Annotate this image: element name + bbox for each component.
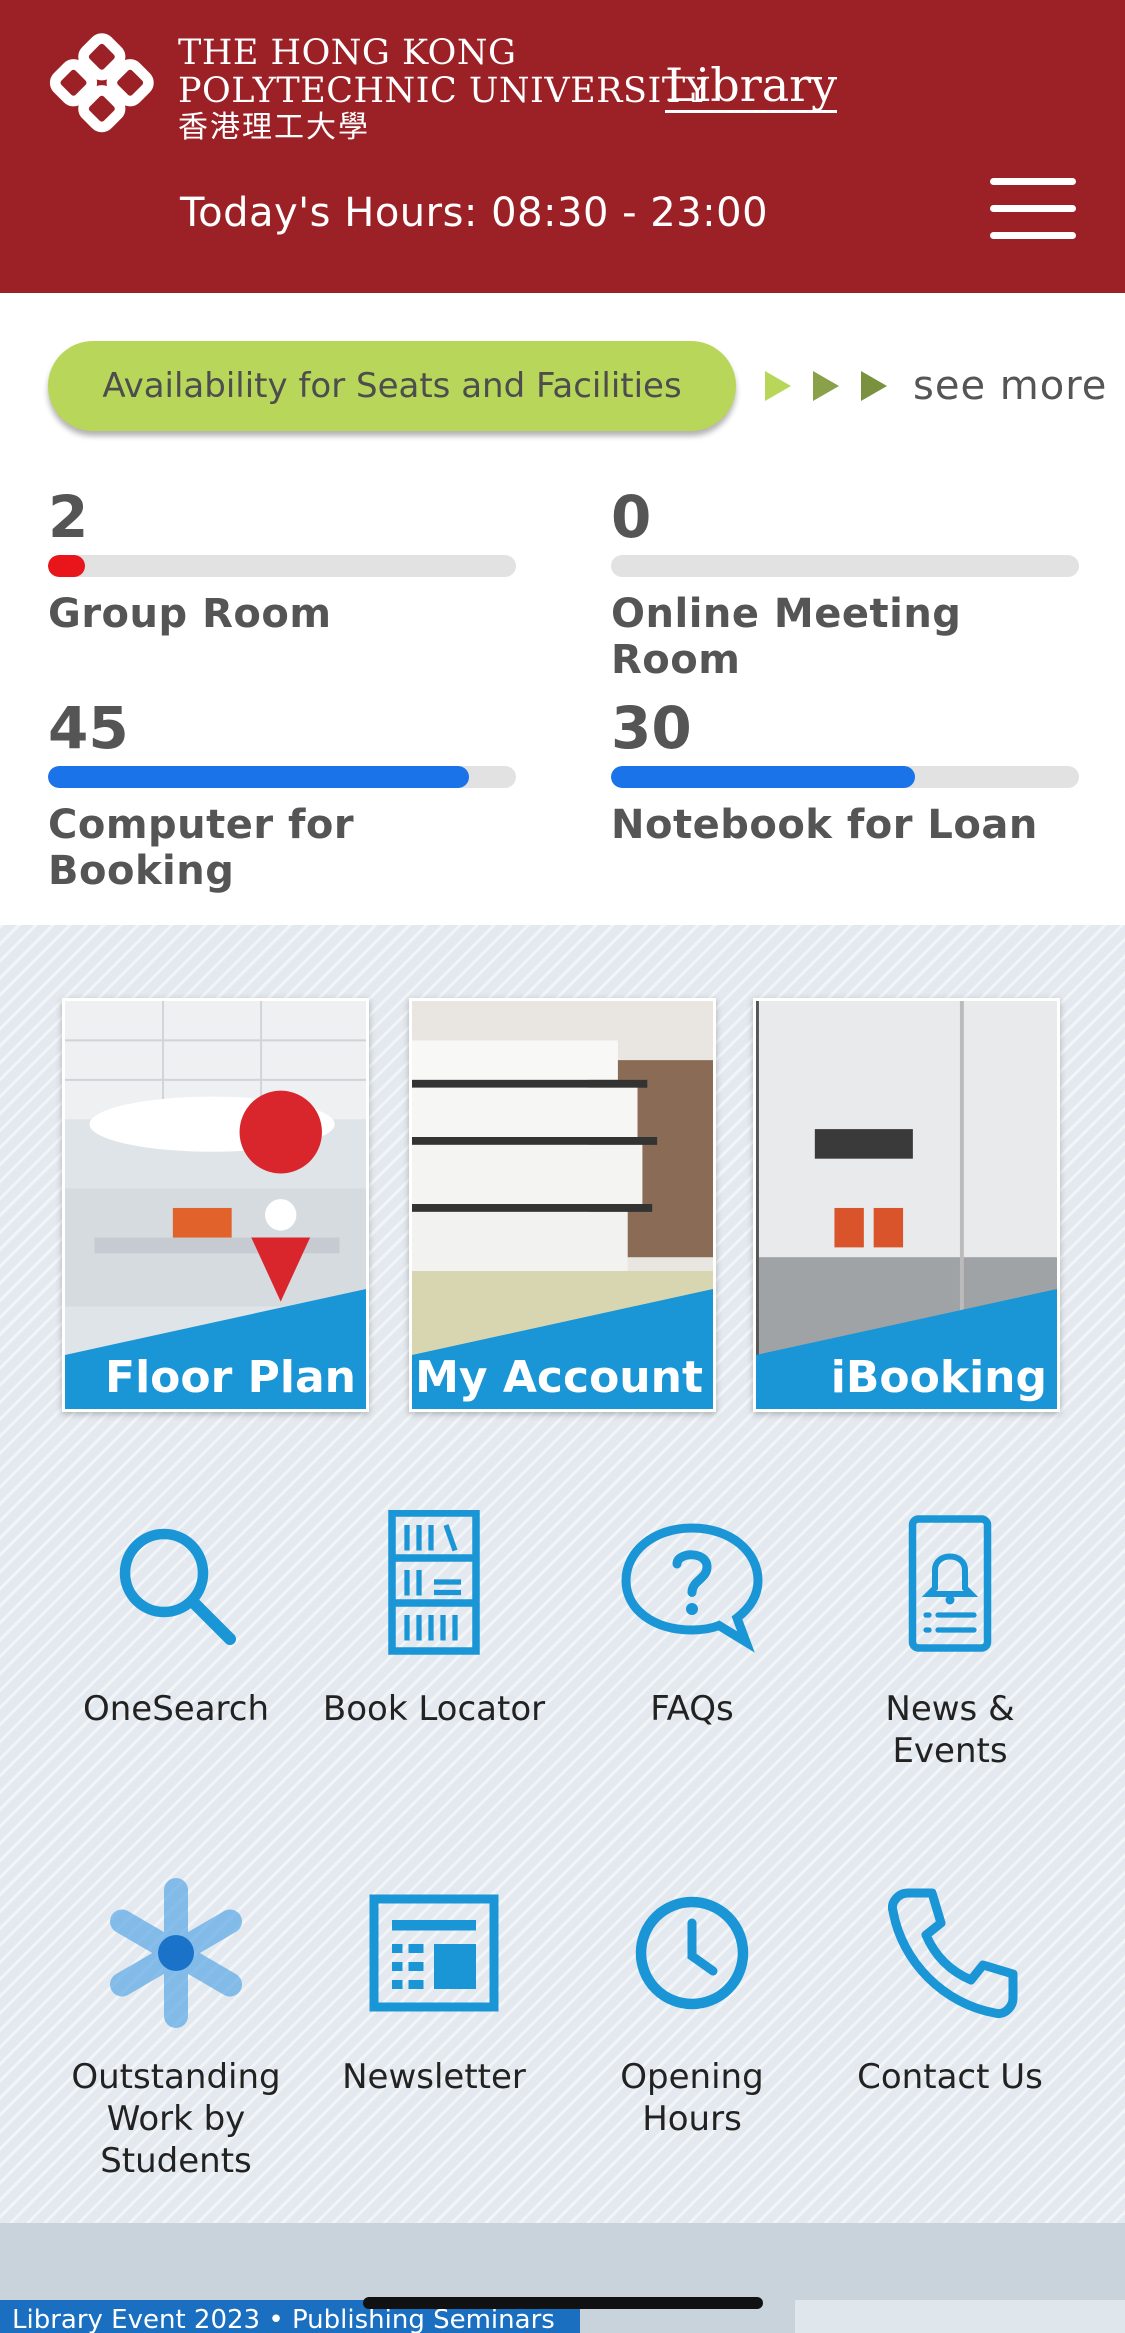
stat-count: 0	[611, 483, 652, 551]
tile-label: Floor Plan	[105, 1352, 356, 1403]
bookshelf-icon	[388, 1509, 480, 1655]
stat-count: 2	[48, 483, 89, 551]
icon-label: Opening Hours	[620, 2057, 764, 2139]
stat-count: 45	[48, 694, 129, 762]
contact-us-link[interactable]: Contact Us	[830, 1878, 1070, 2098]
stat-computer-for-booking[interactable]: 45 Computer for Booking	[48, 698, 516, 894]
book-locator-link[interactable]: Book Locator	[314, 1509, 554, 1730]
polyu-logo-icon[interactable]	[44, 32, 162, 150]
bell-notice-icon	[908, 1515, 992, 1652]
stat-label: Online Meeting Room	[611, 591, 962, 683]
availability-title[interactable]: Availability for Seats and Facilities	[48, 341, 736, 431]
logo-line1: THE HONG KONG	[178, 33, 517, 73]
faqs-link[interactable]: FAQs	[572, 1510, 812, 1730]
stat-label: Group Room	[48, 591, 332, 637]
search-icon	[119, 1528, 236, 1645]
outstanding-work-link[interactable]: Outstanding Work by Students	[56, 1878, 296, 2182]
opening-hours-link[interactable]: Opening Hours	[572, 1878, 812, 2140]
tile-floor-plan[interactable]: Floor Plan	[62, 998, 369, 1412]
hamburger-menu-icon[interactable]	[990, 178, 1076, 244]
stat-fill	[48, 766, 470, 788]
icon-label: Newsletter	[342, 2057, 526, 2097]
home-indicator[interactable]	[363, 2297, 763, 2309]
stat-bar	[48, 555, 516, 577]
question-bubble-icon	[621, 1523, 763, 1653]
event-banner-secondary[interactable]	[795, 2300, 1125, 2333]
stat-bar	[611, 766, 1079, 788]
onesearch-link[interactable]: OneSearch	[56, 1510, 296, 1730]
icon-label: OneSearch	[82, 1689, 270, 1729]
see-more-label: see more	[913, 363, 1108, 409]
stat-group-room[interactable]: 2 Group Room	[48, 487, 516, 637]
news-events-link[interactable]: News & Events	[830, 1510, 1070, 1772]
stat-bar	[611, 555, 1079, 577]
stat-fill	[48, 555, 86, 577]
arrow-right-icon	[813, 371, 839, 401]
icon-label: FAQs	[650, 1689, 734, 1729]
icon-label: News & Events	[885, 1689, 1015, 1771]
icon-label: Book Locator	[322, 1689, 546, 1729]
tile-label: My Account	[415, 1352, 703, 1403]
university-name: THE HONG KONG POLYTECHNIC UNIVERSITY 香港理…	[178, 34, 709, 146]
arrow-right-icon	[765, 371, 791, 401]
stat-notebook-for-loan[interactable]: 30 Notebook for Loan	[611, 698, 1079, 848]
library-wordmark: Library	[665, 58, 838, 113]
tile-ibooking[interactable]: iBooking	[753, 998, 1060, 1412]
newsletter-link[interactable]: Newsletter	[314, 1878, 554, 2098]
see-more-link[interactable]: see more	[765, 356, 1107, 416]
logo-line3: 香港理工大學	[178, 110, 370, 145]
stat-label: Notebook for Loan	[611, 802, 1038, 848]
icon-label: Outstanding Work by Students	[71, 2057, 281, 2181]
stat-count: 30	[611, 694, 692, 762]
app-header: THE HONG KONG POLYTECHNIC UNIVERSITY 香港理…	[0, 0, 1125, 293]
star-asterisk-icon	[110, 1878, 242, 2028]
stat-label: Computer for Booking	[48, 802, 355, 894]
clock-icon	[635, 1896, 749, 2010]
newsletter-icon	[369, 1894, 499, 2012]
logo-line2: POLYTECHNIC UNIVERSITY	[178, 71, 710, 111]
stat-online-meeting-room[interactable]: 0 Online Meeting Room	[611, 487, 1079, 683]
tile-label: iBooking	[830, 1352, 1047, 1403]
tile-my-account[interactable]: My Account	[409, 998, 716, 1412]
phone-icon	[887, 1888, 1018, 2019]
todays-hours: Today's Hours: 08:30 - 23:00	[180, 190, 769, 236]
icon-label: Contact Us	[857, 2057, 1043, 2097]
arrow-right-icon	[861, 371, 887, 401]
stat-fill	[611, 766, 916, 788]
stat-bar	[48, 766, 516, 788]
